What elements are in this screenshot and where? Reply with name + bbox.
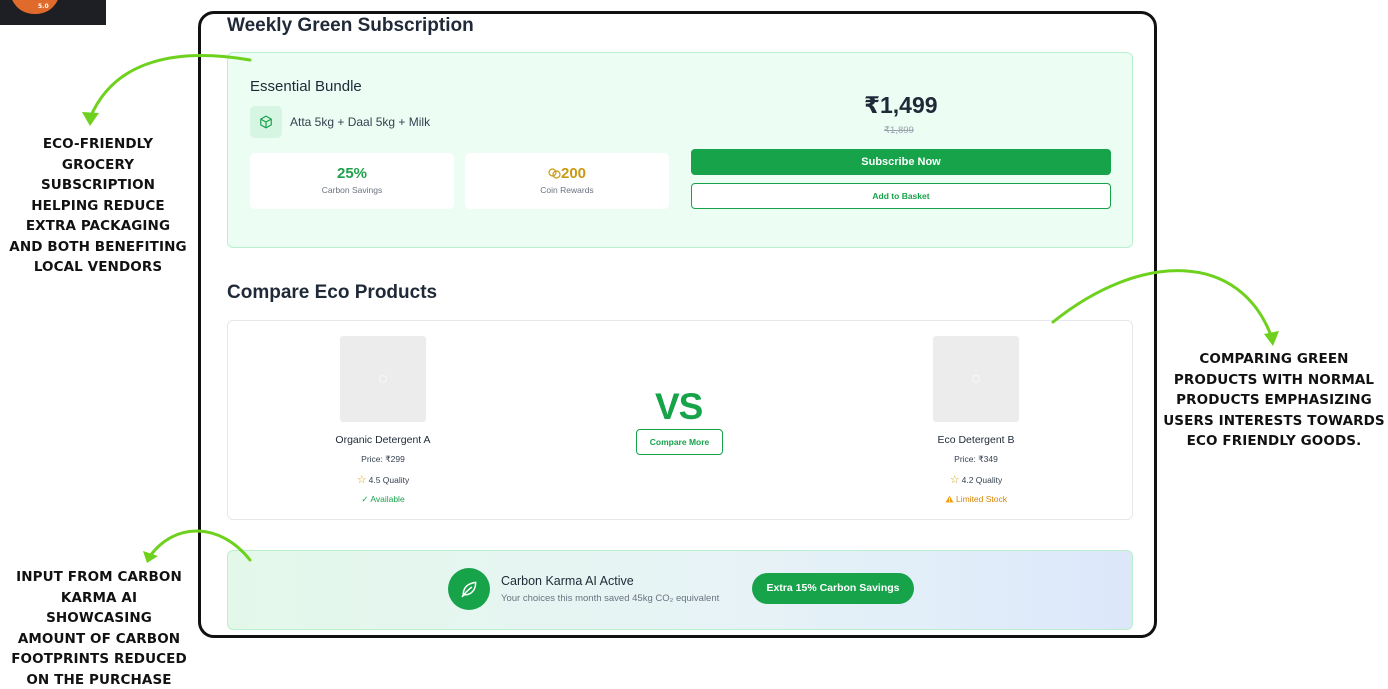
product-price: Price: ₹349 bbox=[954, 454, 998, 464]
carbon-karma-banner: Carbon Karma AI Active Your choices this… bbox=[227, 550, 1133, 630]
coin-rewards-value: 200 bbox=[560, 165, 587, 182]
annotation-compare: Comparing green products with normal pro… bbox=[1163, 351, 1385, 449]
product-quality: ☆ 4.2 Quality bbox=[876, 473, 1076, 486]
bundle-original-price: ₹1,899 bbox=[884, 125, 914, 136]
product-card-b[interactable]: Eco Detergent B Price: ₹349 ☆ 4.2 Quality… bbox=[876, 321, 1076, 504]
coin-rewards-stat: 200 Coin Rewards bbox=[465, 153, 669, 209]
logo-badge-shape bbox=[10, 0, 60, 14]
annotation-carbon-karma: Input from carbon karma AI showcasing am… bbox=[11, 569, 187, 688]
product-image-placeholder bbox=[933, 336, 1019, 422]
coin-rewards-value-wrap: 200 bbox=[465, 165, 669, 182]
brand-logo: 5.0 bbox=[0, 0, 106, 25]
subscribe-now-button[interactable]: Subscribe Now bbox=[691, 149, 1111, 175]
compare-more-button[interactable]: Compare More bbox=[636, 429, 723, 455]
compare-heading: Compare Eco Products bbox=[227, 282, 438, 303]
annotation-subscription: Eco-friendly grocery subscription helpin… bbox=[9, 136, 187, 275]
product-status-available: ✓ Available bbox=[361, 494, 405, 504]
subscription-heading: Weekly Green Subscription bbox=[227, 15, 474, 36]
product-card-a[interactable]: Organic Detergent A Price: ₹299 ☆ 4.5 Qua… bbox=[283, 321, 483, 505]
carbon-karma-title: Carbon Karma AI Active bbox=[501, 574, 634, 588]
carbon-savings-stat: 25% Carbon Savings bbox=[250, 153, 454, 209]
bundle-price: ₹1,499 bbox=[864, 92, 938, 118]
bundle-name: Essential Bundle bbox=[250, 78, 362, 95]
coin-icon bbox=[548, 168, 561, 179]
coin-rewards-label: Coin Rewards bbox=[540, 185, 594, 195]
product-name: Eco Detergent B bbox=[937, 434, 1015, 446]
compare-card: Organic Detergent A Price: ₹299 ☆ 4.5 Qua… bbox=[227, 320, 1133, 520]
product-status-limited: Limited Stock bbox=[876, 494, 1076, 504]
product-quality: ☆ 4.5 Quality bbox=[283, 473, 483, 486]
product-name: Organic Detergent A bbox=[335, 434, 431, 446]
subscription-card: Essential Bundle Atta 5kg + Daal 5kg + M… bbox=[227, 52, 1133, 248]
package-icon bbox=[250, 106, 282, 138]
star-icon: ☆ bbox=[356, 474, 367, 486]
star-icon: ☆ bbox=[949, 474, 960, 486]
product-price: Price: ₹299 bbox=[361, 454, 405, 464]
product-image-placeholder bbox=[340, 336, 426, 422]
add-to-basket-button[interactable]: Add to Basket bbox=[691, 183, 1111, 209]
app-screen-frame: Weekly Green Subscription Essential Bund… bbox=[198, 11, 1157, 638]
extra-carbon-savings-badge[interactable]: Extra 15% Carbon Savings bbox=[752, 573, 914, 604]
bundle-items: Atta 5kg + Daal 5kg + Milk bbox=[290, 115, 431, 129]
carbon-savings-value: 25% bbox=[336, 165, 368, 182]
product-status-text: Limited Stock bbox=[955, 494, 1008, 504]
app-screen: Weekly Green Subscription Essential Bund… bbox=[201, 14, 1154, 635]
product-quality-text: 4.5 Quality bbox=[368, 475, 410, 485]
carbon-savings-label: Carbon Savings bbox=[321, 185, 383, 195]
product-quality-text: 4.2 Quality bbox=[961, 475, 1003, 485]
leaf-icon bbox=[448, 568, 490, 610]
vs-label: VS bbox=[655, 386, 703, 427]
warning-icon bbox=[945, 495, 954, 503]
carbon-karma-subtitle: Your choices this month saved 45kg CO₂ e… bbox=[501, 593, 720, 604]
logo-badge-text: 5.0 bbox=[38, 3, 49, 10]
